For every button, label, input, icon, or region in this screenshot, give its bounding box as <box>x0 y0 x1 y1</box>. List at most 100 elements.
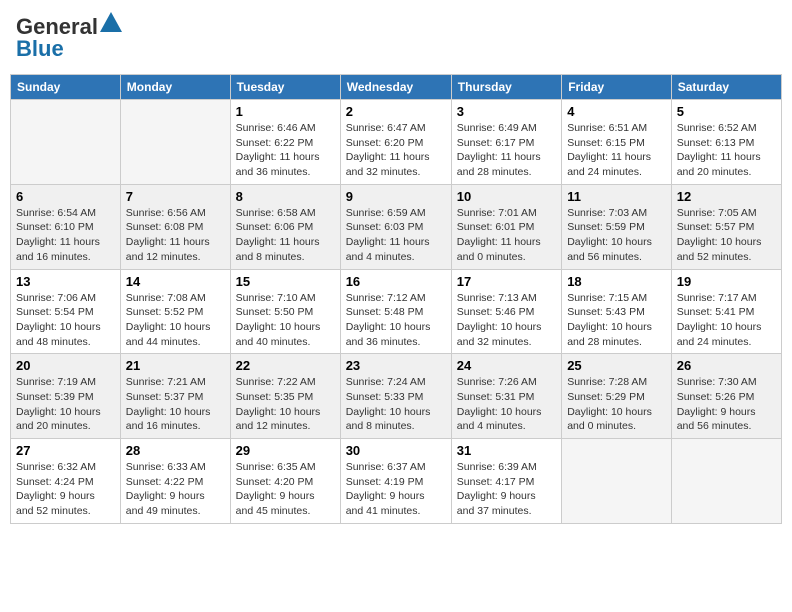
calendar-cell: 16 Sunrise: 7:12 AMSunset: 5:48 PMDayligh… <box>340 269 451 354</box>
day-info: Sunrise: 7:28 AMSunset: 5:29 PMDaylight:… <box>567 375 666 434</box>
calendar-cell: 17 Sunrise: 7:13 AMSunset: 5:46 PMDayligh… <box>451 269 561 354</box>
day-number: 6 <box>16 189 115 204</box>
day-number: 25 <box>567 358 666 373</box>
header-saturday: Saturday <box>671 75 781 100</box>
day-number: 13 <box>16 274 115 289</box>
calendar-cell: 19 Sunrise: 7:17 AMSunset: 5:41 PMDayligh… <box>671 269 781 354</box>
day-info: Sunrise: 6:58 AMSunset: 6:06 PMDaylight:… <box>236 206 335 265</box>
day-number: 4 <box>567 104 666 119</box>
day-number: 26 <box>677 358 776 373</box>
calendar-cell <box>671 439 781 524</box>
day-info: Sunrise: 6:54 AMSunset: 6:10 PMDaylight:… <box>16 206 115 265</box>
day-info: Sunrise: 7:30 AMSunset: 5:26 PMDaylight:… <box>677 375 776 434</box>
header-tuesday: Tuesday <box>230 75 340 100</box>
day-number: 24 <box>457 358 556 373</box>
header-friday: Friday <box>562 75 672 100</box>
day-number: 23 <box>346 358 446 373</box>
day-info: Sunrise: 7:06 AMSunset: 5:54 PMDaylight:… <box>16 291 115 350</box>
day-info: Sunrise: 6:46 AMSunset: 6:22 PMDaylight:… <box>236 121 335 180</box>
day-number: 7 <box>126 189 225 204</box>
day-info: Sunrise: 6:37 AMSunset: 4:19 PMDaylight:… <box>346 460 446 519</box>
day-number: 18 <box>567 274 666 289</box>
day-number: 15 <box>236 274 335 289</box>
calendar-cell: 31 Sunrise: 6:39 AMSunset: 4:17 PMDayligh… <box>451 439 561 524</box>
day-number: 17 <box>457 274 556 289</box>
day-number: 9 <box>346 189 446 204</box>
day-number: 8 <box>236 189 335 204</box>
day-info: Sunrise: 6:51 AMSunset: 6:15 PMDaylight:… <box>567 121 666 180</box>
day-info: Sunrise: 7:01 AMSunset: 6:01 PMDaylight:… <box>457 206 556 265</box>
day-info: Sunrise: 7:24 AMSunset: 5:33 PMDaylight:… <box>346 375 446 434</box>
calendar-cell: 26 Sunrise: 7:30 AMSunset: 5:26 PMDayligh… <box>671 354 781 439</box>
day-number: 30 <box>346 443 446 458</box>
header-sunday: Sunday <box>11 75 121 100</box>
day-number: 14 <box>126 274 225 289</box>
day-info: Sunrise: 7:26 AMSunset: 5:31 PMDaylight:… <box>457 375 556 434</box>
calendar-cell: 25 Sunrise: 7:28 AMSunset: 5:29 PMDayligh… <box>562 354 672 439</box>
calendar-cell <box>562 439 672 524</box>
day-info: Sunrise: 6:47 AMSunset: 6:20 PMDaylight:… <box>346 121 446 180</box>
day-info: Sunrise: 7:10 AMSunset: 5:50 PMDaylight:… <box>236 291 335 350</box>
day-info: Sunrise: 6:59 AMSunset: 6:03 PMDaylight:… <box>346 206 446 265</box>
day-info: Sunrise: 7:22 AMSunset: 5:35 PMDaylight:… <box>236 375 335 434</box>
day-number: 10 <box>457 189 556 204</box>
day-number: 29 <box>236 443 335 458</box>
calendar-cell: 24 Sunrise: 7:26 AMSunset: 5:31 PMDayligh… <box>451 354 561 439</box>
day-info: Sunrise: 7:13 AMSunset: 5:46 PMDaylight:… <box>457 291 556 350</box>
calendar-cell: 3 Sunrise: 6:49 AMSunset: 6:17 PMDaylight… <box>451 100 561 185</box>
day-info: Sunrise: 6:49 AMSunset: 6:17 PMDaylight:… <box>457 121 556 180</box>
calendar-cell: 9 Sunrise: 6:59 AMSunset: 6:03 PMDaylight… <box>340 184 451 269</box>
day-number: 5 <box>677 104 776 119</box>
calendar-cell: 21Sunrise: 7:21 AMSunset: 5:37 PMDayligh… <box>120 354 230 439</box>
calendar-cell: 10 Sunrise: 7:01 AMSunset: 6:01 PMDayligh… <box>451 184 561 269</box>
calendar-cell: 15 Sunrise: 7:10 AMSunset: 5:50 PMDayligh… <box>230 269 340 354</box>
logo: General Blue <box>16 14 122 62</box>
page-header: General Blue <box>10 10 782 66</box>
calendar-cell: 8 Sunrise: 6:58 AMSunset: 6:06 PMDaylight… <box>230 184 340 269</box>
header-monday: Monday <box>120 75 230 100</box>
calendar-cell: 7 Sunrise: 6:56 AMSunset: 6:08 PMDaylight… <box>120 184 230 269</box>
calendar-cell: 11Sunrise: 7:03 AMSunset: 5:59 PMDayligh… <box>562 184 672 269</box>
calendar-cell: 13 Sunrise: 7:06 AMSunset: 5:54 PMDayligh… <box>11 269 121 354</box>
day-number: 31 <box>457 443 556 458</box>
day-number: 11 <box>567 189 666 204</box>
day-number: 3 <box>457 104 556 119</box>
day-info: Sunrise: 7:15 AMSunset: 5:43 PMDaylight:… <box>567 291 666 350</box>
day-number: 12 <box>677 189 776 204</box>
day-info: Sunrise: 6:39 AMSunset: 4:17 PMDaylight:… <box>457 460 556 519</box>
calendar-cell: 18 Sunrise: 7:15 AMSunset: 5:43 PMDayligh… <box>562 269 672 354</box>
calendar-cell: 27Sunrise: 6:32 AMSunset: 4:24 PMDayligh… <box>11 439 121 524</box>
logo-blue: Blue <box>16 36 64 62</box>
calendar-cell <box>120 100 230 185</box>
calendar-cell: 14 Sunrise: 7:08 AMSunset: 5:52 PMDayligh… <box>120 269 230 354</box>
day-info: Sunrise: 7:17 AMSunset: 5:41 PMDaylight:… <box>677 291 776 350</box>
day-number: 2 <box>346 104 446 119</box>
day-info: Sunrise: 7:19 AMSunset: 5:39 PMDaylight:… <box>16 375 115 434</box>
calendar-cell: 30 Sunrise: 6:37 AMSunset: 4:19 PMDayligh… <box>340 439 451 524</box>
day-info: Sunrise: 7:05 AMSunset: 5:57 PMDaylight:… <box>677 206 776 265</box>
calendar-cell: 29Sunrise: 6:35 AMSunset: 4:20 PMDayligh… <box>230 439 340 524</box>
calendar-week-2: 6 Sunrise: 6:54 AMSunset: 6:10 PMDaylight… <box>11 184 782 269</box>
day-number: 19 <box>677 274 776 289</box>
calendar-cell: 22 Sunrise: 7:22 AMSunset: 5:35 PMDayligh… <box>230 354 340 439</box>
day-info: Sunrise: 6:33 AMSunset: 4:22 PMDaylight:… <box>126 460 225 519</box>
calendar-cell: 20 Sunrise: 7:19 AMSunset: 5:39 PMDayligh… <box>11 354 121 439</box>
day-info: Sunrise: 6:32 AMSunset: 4:24 PMDaylight:… <box>16 460 115 519</box>
day-number: 1 <box>236 104 335 119</box>
calendar-cell <box>11 100 121 185</box>
day-info: Sunrise: 6:56 AMSunset: 6:08 PMDaylight:… <box>126 206 225 265</box>
calendar-cell: 5Sunrise: 6:52 AMSunset: 6:13 PMDaylight… <box>671 100 781 185</box>
day-info: Sunrise: 7:08 AMSunset: 5:52 PMDaylight:… <box>126 291 225 350</box>
day-number: 16 <box>346 274 446 289</box>
day-number: 22 <box>236 358 335 373</box>
day-number: 20 <box>16 358 115 373</box>
calendar-cell: 28 Sunrise: 6:33 AMSunset: 4:22 PMDayligh… <box>120 439 230 524</box>
day-info: Sunrise: 7:12 AMSunset: 5:48 PMDaylight:… <box>346 291 446 350</box>
header-wednesday: Wednesday <box>340 75 451 100</box>
calendar-week-5: 27Sunrise: 6:32 AMSunset: 4:24 PMDayligh… <box>11 439 782 524</box>
calendar-week-1: 1 Sunrise: 6:46 AMSunset: 6:22 PMDaylight… <box>11 100 782 185</box>
calendar-week-3: 13 Sunrise: 7:06 AMSunset: 5:54 PMDayligh… <box>11 269 782 354</box>
logo-icon <box>100 12 122 38</box>
day-number: 21 <box>126 358 225 373</box>
day-number: 28 <box>126 443 225 458</box>
